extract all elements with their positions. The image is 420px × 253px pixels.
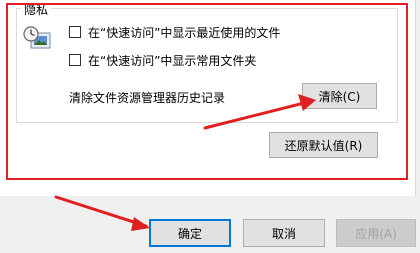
- cancel-button[interactable]: 取消: [243, 219, 325, 247]
- dialog-right-edge: [415, 0, 420, 196]
- frequent-folders-option[interactable]: 在“快速访问”中显示常用文件夹: [69, 52, 256, 68]
- recent-files-option[interactable]: 在“快速访问”中显示最近使用的文件: [69, 24, 280, 40]
- frequent-folders-checkbox[interactable]: [69, 54, 81, 66]
- ok-button[interactable]: 确定: [149, 219, 231, 247]
- restore-defaults-button[interactable]: 还原默认值(R): [269, 132, 378, 158]
- apply-button[interactable]: 应用(A): [336, 219, 416, 247]
- recent-files-label: 在“快速访问”中显示最近使用的文件: [88, 25, 281, 40]
- clear-history-button[interactable]: 清除(C): [302, 83, 377, 109]
- privacy-legend: 隐私: [21, 1, 52, 18]
- clear-history-label: 清除文件资源管理器历史记录: [69, 91, 226, 105]
- recent-files-checkbox[interactable]: [69, 26, 81, 38]
- frequent-folders-label: 在“快速访问”中显示常用文件夹: [88, 53, 257, 68]
- privacy-clock-icon: [23, 26, 51, 49]
